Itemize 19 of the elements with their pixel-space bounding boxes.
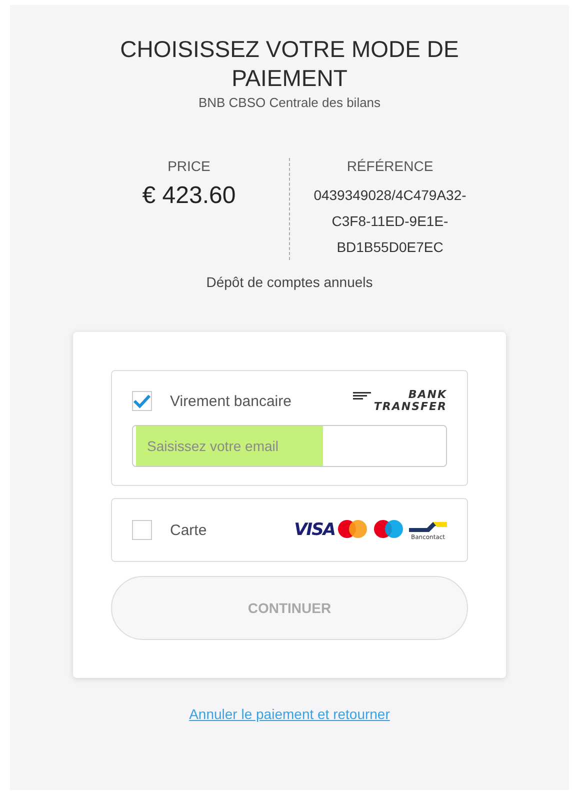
- merchant-name: BNB CBSO Centrale des bilans: [198, 95, 381, 110]
- cancel-link[interactable]: Annuler le paiement et retourner: [189, 706, 390, 722]
- checkbox[interactable]: [132, 520, 152, 540]
- option-label: Carte: [170, 522, 208, 538]
- reference-value: 0439349028/4C479A32-C3F8-11ED-9E1E-BD1B55D0E7EC: [312, 186, 468, 257]
- lines-icon: [352, 392, 371, 400]
- bancontact-icon: [409, 520, 447, 534]
- bank-transfer-logo: BANK TRANSFER: [374, 389, 447, 413]
- page-title: CHOISISSEZ VOTRE MODE DE PAIEMENT: [119, 35, 460, 93]
- visa-logo: VISA: [294, 520, 335, 540]
- price-label: PRICE: [168, 158, 210, 174]
- reference-label: RÉFÉRENCE: [346, 158, 434, 174]
- checkbox[interactable]: [132, 391, 152, 411]
- option-label: Virement bancaire: [170, 392, 292, 410]
- payment-description: Dépôt de comptes annuels: [206, 274, 373, 290]
- email-field[interactable]: Saisissez votre email: [132, 425, 447, 467]
- overlapping-circles-icon: [337, 519, 369, 541]
- overlapping-circles-icon: [373, 519, 405, 541]
- price-value: € 423.60: [142, 182, 236, 210]
